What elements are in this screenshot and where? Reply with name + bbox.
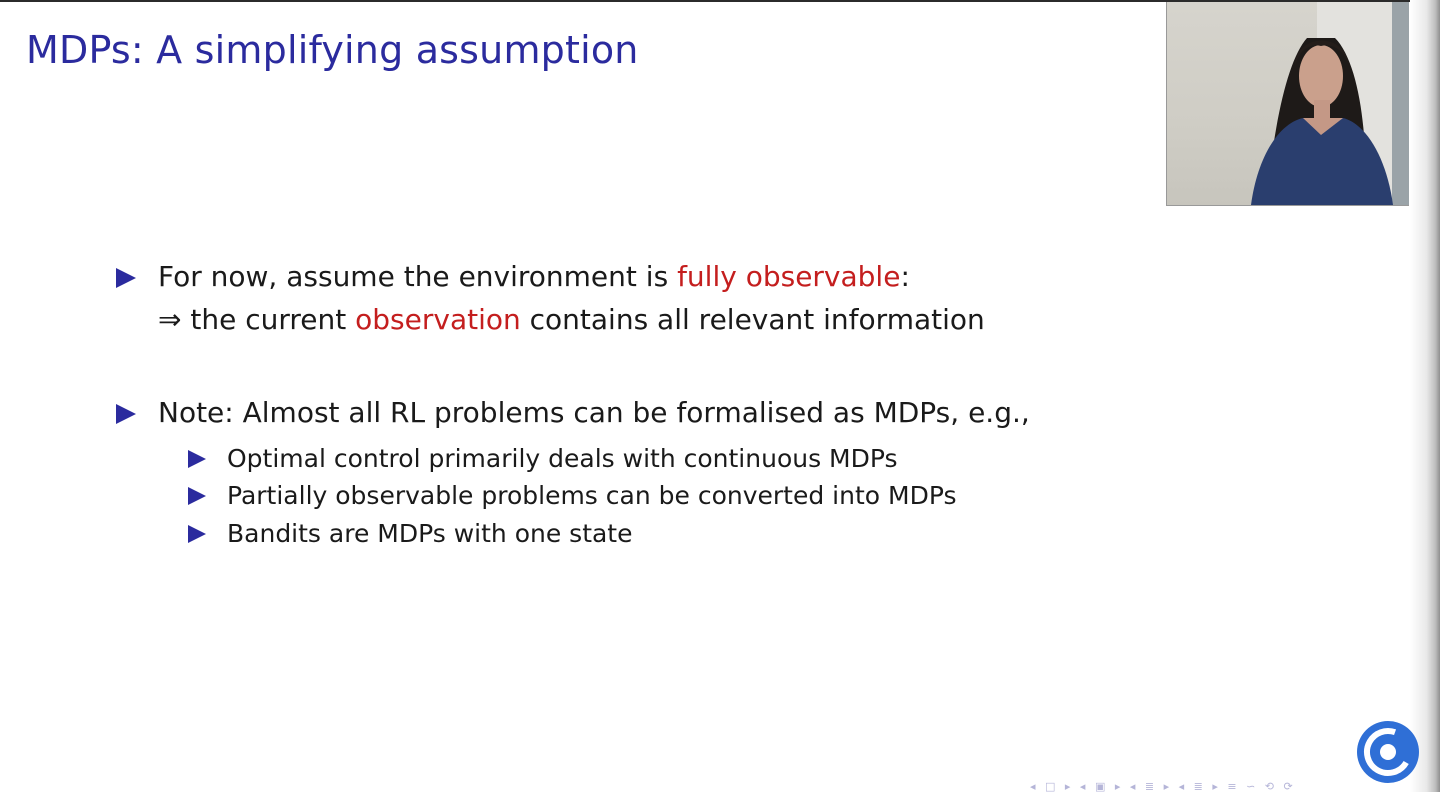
- presenter-figure: [1251, 2, 1409, 205]
- bullet-1-line2-text: the current: [181, 303, 356, 336]
- bullet-1-line2: ⇒ the current observation contains all r…: [158, 303, 985, 336]
- implies-arrow: ⇒: [158, 303, 182, 336]
- bullet-triangle-icon: [116, 404, 136, 424]
- bullet-2-text: Note: Almost all RL problems can be form…: [158, 396, 1030, 429]
- slide-edge-shadow: [1410, 0, 1440, 792]
- subbullet-1: Optimal control primarily deals with con…: [227, 444, 898, 473]
- bullet-1-highlight: fully observable: [677, 260, 901, 293]
- deepmind-logo-icon: [1357, 721, 1419, 783]
- bullet-1-line2-rest: contains all relevant information: [520, 303, 985, 336]
- bullet-1-colon: :: [900, 260, 910, 293]
- beamer-navigation-symbols[interactable]: ◂ □ ▸ ◂ ▣ ▸ ◂ ≣ ▸ ◂ ≣ ▸ ≡ ∽ ⟲ ⟳: [1030, 781, 1410, 792]
- subbullet-triangle-icon: [188, 450, 206, 468]
- presenter-webcam-video: [1166, 2, 1409, 206]
- subbullet-2: Partially observable problems can be con…: [227, 481, 957, 510]
- bullet-1-text: For now, assume the environment is: [158, 260, 678, 293]
- bullet-1-line2-highlight: observation: [355, 303, 521, 336]
- bullet-triangle-icon: [116, 268, 136, 288]
- subbullet-triangle-icon: [188, 487, 206, 505]
- slide-title: MDPs: A simplifying assumption: [26, 28, 639, 72]
- subbullet-triangle-icon: [188, 525, 206, 543]
- bullet-1-line1: For now, assume the environment is fully…: [158, 260, 910, 293]
- subbullet-3: Bandits are MDPs with one state: [227, 519, 633, 548]
